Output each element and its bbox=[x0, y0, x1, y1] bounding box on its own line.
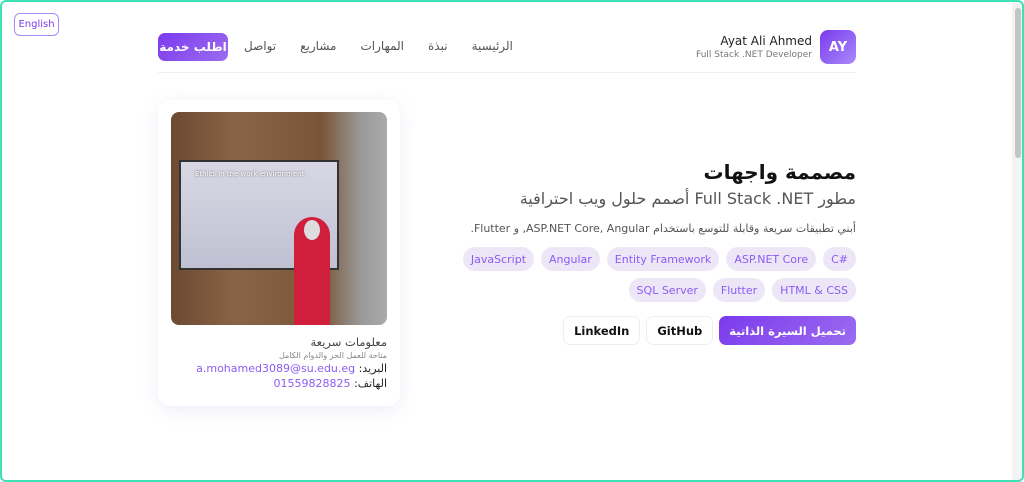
nav-about[interactable]: نبذة bbox=[428, 39, 448, 53]
nav-home[interactable]: الرئيسية bbox=[472, 39, 513, 53]
hero-subtitle: مطور Full Stack .NET أصمم حلول ويب احترا… bbox=[519, 189, 856, 208]
hero-section: مصممة واجهات مطور Full Stack .NET أصمم ح… bbox=[426, 160, 856, 345]
slide-title: Ethics in the work environment bbox=[195, 170, 305, 178]
profile-card: Ethics in the work environment معلومات س… bbox=[158, 100, 400, 406]
skill-tag: ASP.NET Core bbox=[726, 247, 817, 271]
quick-info: معلومات سريعة متاحة للعمل الحر والدوام ا… bbox=[196, 335, 387, 390]
request-service-button[interactable]: اطلب خدمة bbox=[158, 33, 228, 61]
skill-tag: Angular bbox=[541, 247, 600, 271]
skill-tag: JavaScript bbox=[462, 247, 535, 271]
phone-label: الهاتف: bbox=[354, 377, 387, 390]
email-label: البريد: bbox=[358, 362, 387, 375]
brand-role: Full Stack .NET Developer bbox=[696, 50, 812, 60]
skill-tag: C# bbox=[823, 247, 856, 271]
site-header: AY Ayat Ali Ahmed Full Stack .NET Develo… bbox=[158, 30, 856, 73]
hero-actions: تحميل السيرة الذاتية GitHub LinkedIn bbox=[426, 316, 856, 345]
nav-projects[interactable]: مشاريع bbox=[300, 39, 336, 53]
hero-title: مصممة واجهات bbox=[703, 160, 856, 184]
brand-name: Ayat Ali Ahmed bbox=[720, 34, 812, 48]
email-link[interactable]: a.mohamed3089@su.edu.eg bbox=[196, 362, 355, 375]
linkedin-button[interactable]: LinkedIn bbox=[563, 316, 641, 345]
language-toggle-button[interactable]: English bbox=[14, 13, 59, 36]
main-nav: تواصل مشاريع المهارات نبذة الرئيسية bbox=[244, 39, 513, 53]
skill-tags: C# ASP.NET Core Entity Framework Angular… bbox=[436, 247, 856, 302]
scrollbar-thumb[interactable] bbox=[1015, 8, 1021, 158]
profile-photo: Ethics in the work environment bbox=[171, 112, 387, 325]
phone-link[interactable]: 01559828825 bbox=[274, 377, 351, 390]
availability: متاحة للعمل الحر والدوام الكامل bbox=[278, 351, 387, 360]
download-cv-button[interactable]: تحميل السيرة الذاتية bbox=[719, 316, 856, 345]
skill-tag: SQL Server bbox=[628, 278, 706, 302]
nav-skills[interactable]: المهارات bbox=[360, 39, 404, 53]
github-button[interactable]: GitHub bbox=[646, 316, 714, 345]
brand-logo[interactable]: AY bbox=[820, 30, 856, 64]
hero-description: أبني تطبيقات سريعة وقابلة للتوسع باستخدا… bbox=[470, 222, 856, 235]
skill-tag: HTML & CSS bbox=[772, 278, 856, 302]
person-head bbox=[304, 220, 320, 240]
nav-contact[interactable]: تواصل bbox=[244, 39, 276, 53]
skill-tag: Flutter bbox=[712, 278, 766, 302]
skill-tag: Entity Framework bbox=[606, 247, 720, 271]
quick-info-title: معلومات سريعة bbox=[310, 335, 388, 349]
